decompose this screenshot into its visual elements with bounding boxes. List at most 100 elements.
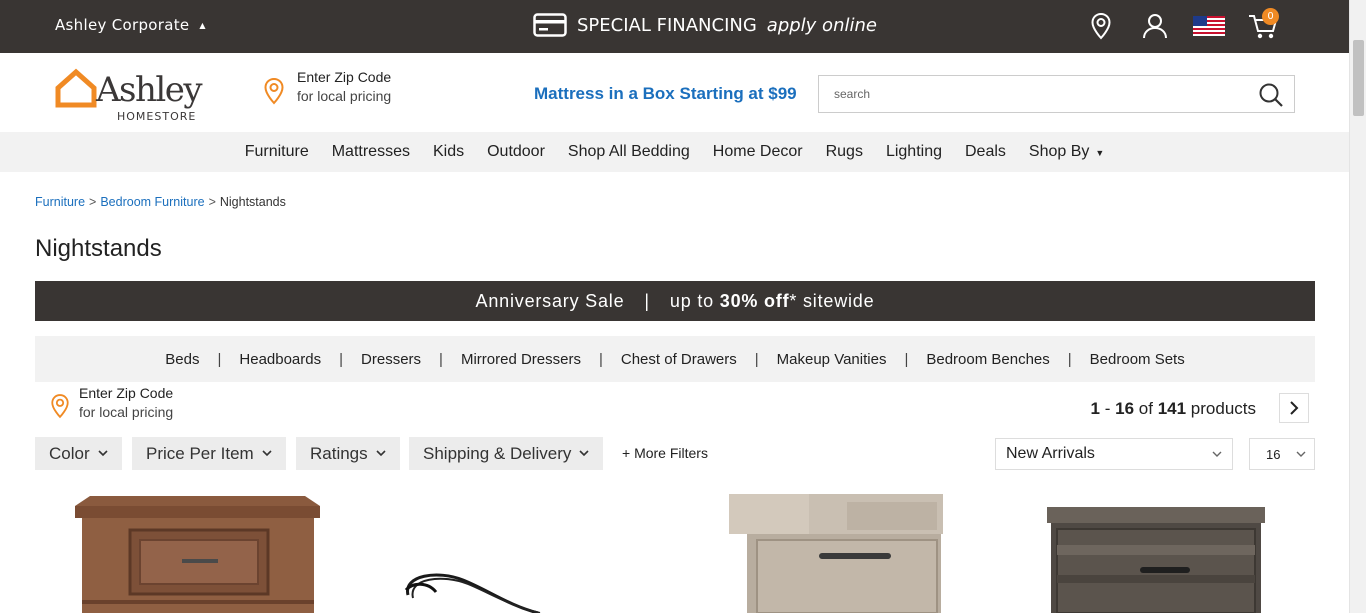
search-input[interactable] — [834, 87, 1234, 101]
chevron-down-icon — [262, 450, 272, 457]
subcategory-makeup-vanities[interactable]: Makeup Vanities — [777, 351, 887, 368]
location-pin-icon — [51, 394, 69, 419]
local-pricing-zip[interactable]: Enter Zip Code for local pricing — [50, 385, 173, 420]
scrollbar-thumb[interactable] — [1353, 40, 1364, 116]
subcategory-headboards[interactable]: Headboards — [239, 351, 321, 368]
nav-item-shop-by[interactable]: Shop By ▼ — [1017, 143, 1115, 161]
subcategory-dressers[interactable]: Dressers — [361, 351, 421, 368]
results-dash: - — [1104, 399, 1111, 418]
caret-down-icon: ▼ — [1095, 148, 1105, 158]
local-pricing-title: Enter Zip Code — [79, 385, 174, 401]
filter-price-label: Price Per Item — [146, 443, 254, 463]
corporate-dropdown[interactable]: Ashley Corporate ▲ — [55, 16, 206, 34]
local-pricing-subtitle: for local pricing — [79, 404, 174, 420]
subcategory-separator: | — [598, 350, 603, 368]
main-nav: Furniture Mattresses Kids Outdoor Shop A… — [0, 132, 1349, 172]
nav-item-home-decor[interactable]: Home Decor — [701, 143, 814, 161]
page-title: Nightstands — [35, 235, 162, 262]
store-locator-icon[interactable] — [1085, 11, 1117, 41]
caret-up-icon: ▲ — [199, 20, 206, 30]
subcategory-bedroom-benches[interactable]: Bedroom Benches — [926, 351, 1049, 368]
subcategory-separator: | — [217, 350, 222, 368]
nav-item-furniture[interactable]: Furniture — [233, 143, 320, 161]
nav-item-deals[interactable]: Deals — [954, 143, 1018, 161]
filter-shipping-label: Shipping & Delivery — [423, 443, 572, 463]
header-zip-code[interactable]: Enter Zip Code for local pricing — [263, 69, 391, 105]
chevron-down-icon — [1296, 451, 1306, 457]
filter-color[interactable]: Color — [35, 437, 122, 470]
nav-item-mattresses[interactable]: Mattresses — [320, 143, 421, 161]
nav-item-shop-all-bedding[interactable]: Shop All Bedding — [556, 143, 701, 161]
subcategory-chest-of-drawers[interactable]: Chest of Drawers — [621, 351, 737, 368]
account-icon[interactable] — [1139, 11, 1171, 41]
chevron-down-icon — [98, 450, 108, 457]
sale-prefix: up to — [669, 290, 714, 311]
sort-selected-value: New Arrivals — [1006, 445, 1095, 462]
mattress-promo-link[interactable]: Mattress in a Box Starting at $99 — [534, 84, 797, 104]
financing-apply-link[interactable]: apply online — [767, 15, 877, 36]
house-logo-icon — [55, 68, 97, 108]
product-image-charging-cable[interactable] — [398, 560, 548, 613]
per-page-selected-value: 16 — [1266, 446, 1281, 462]
search-icon[interactable] — [1258, 82, 1284, 108]
subcategory-bar: Beds | Headboards | Dressers | Mirrored … — [35, 336, 1315, 382]
logo-wordmark: Ashley — [96, 70, 203, 110]
breadcrumb-furniture[interactable]: Furniture — [35, 195, 85, 209]
breadcrumb: Furniture > Bedroom Furniture > Nightstands — [35, 195, 286, 209]
nav-shop-by-label: Shop By — [1028, 143, 1090, 160]
filter-ratings[interactable]: Ratings — [296, 437, 400, 470]
chevron-right-icon — [1290, 401, 1299, 415]
nav-item-rugs[interactable]: Rugs — [814, 143, 874, 161]
search-box — [818, 75, 1295, 113]
sale-divider: | — [644, 290, 650, 311]
subcategory-separator: | — [754, 350, 759, 368]
nav-item-lighting[interactable]: Lighting — [874, 143, 953, 161]
corporate-label: Ashley Corporate — [55, 16, 190, 34]
breadcrumb-current: Nightstands — [219, 195, 286, 209]
filter-price[interactable]: Price Per Item — [132, 437, 286, 470]
results-start: 1 — [1090, 399, 1100, 418]
cart-count-badge: 0 — [1262, 8, 1279, 25]
chevron-down-icon — [1212, 451, 1222, 457]
results-unit: products — [1190, 399, 1256, 418]
breadcrumb-separator: > — [89, 195, 97, 209]
subcategory-separator: | — [904, 350, 909, 368]
filter-shipping[interactable]: Shipping & Delivery — [409, 437, 604, 470]
zip-code-title: Enter Zip Code — [297, 69, 392, 85]
nav-item-outdoor[interactable]: Outdoor — [476, 143, 557, 161]
product-image-wood-nightstand[interactable] — [70, 492, 325, 613]
per-page-select[interactable]: 16 — [1249, 438, 1315, 470]
financing-label: SPECIAL FINANCING — [577, 14, 757, 36]
breadcrumb-separator: > — [208, 195, 216, 209]
product-image-dark-wood-nightstand[interactable] — [1045, 505, 1267, 613]
breadcrumb-bedroom-furniture[interactable]: Bedroom Furniture — [100, 195, 204, 209]
product-image-rustic-gray-nightstand[interactable] — [727, 492, 945, 613]
sale-banner[interactable]: Anniversary Sale | up to 30% off * sitewi… — [35, 281, 1315, 321]
zip-code-subtitle: for local pricing — [297, 88, 392, 104]
filter-color-label: Color — [49, 443, 90, 463]
results-count: 1 - 16 of 141 products — [1091, 399, 1257, 419]
subcategory-bedroom-sets[interactable]: Bedroom Sets — [1090, 351, 1185, 368]
more-filters-button[interactable]: + More Filters — [622, 445, 708, 461]
page-scrollbar[interactable] — [1349, 0, 1366, 613]
results-end: 16 — [1115, 399, 1135, 418]
ashley-logo[interactable]: Ashley HOMESTORE — [54, 68, 226, 126]
cart-icon[interactable]: 0 — [1247, 8, 1279, 41]
next-page-button[interactable] — [1279, 393, 1309, 423]
financing-banner[interactable]: SPECIAL FINANCING apply online — [533, 13, 877, 37]
subcategory-separator: | — [439, 350, 443, 368]
subcategory-separator: | — [1067, 350, 1072, 368]
sale-discount: 30% off — [719, 290, 790, 311]
chevron-down-icon — [579, 450, 589, 457]
nav-item-kids[interactable]: Kids — [421, 143, 475, 161]
sale-suffix: * sitewide — [789, 290, 875, 311]
sort-select[interactable]: New Arrivals — [995, 438, 1233, 470]
results-of: of — [1138, 399, 1153, 418]
location-pin-icon — [264, 77, 284, 105]
subcategory-beds[interactable]: Beds — [165, 351, 199, 368]
logo-subtitle: HOMESTORE — [117, 110, 197, 123]
subcategory-mirrored-dressers[interactable]: Mirrored Dressers — [461, 351, 581, 368]
us-flag-icon[interactable] — [1193, 11, 1225, 41]
chevron-down-icon — [376, 450, 386, 457]
subcategory-separator: | — [339, 350, 344, 368]
